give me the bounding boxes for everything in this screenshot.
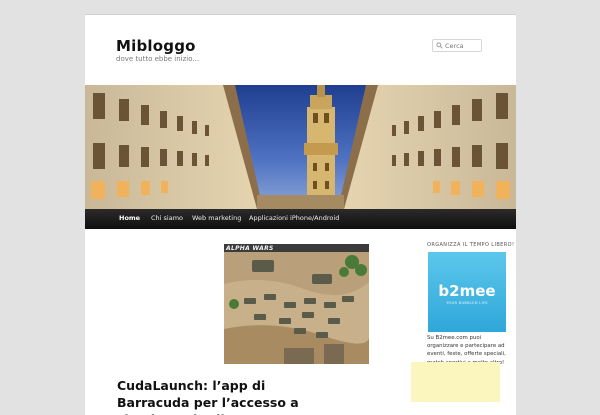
search-input[interactable] — [445, 40, 481, 51]
nav-item-chi-siamo[interactable]: Chi siamo — [151, 209, 183, 229]
main-navigation: Home Chi siamo Web marketing Applicazion… — [85, 209, 516, 229]
sidebar-widget-title: ORGANIZZA IL TEMPO LIBERO! — [427, 242, 515, 248]
advertisement-image[interactable]: ALPHA WARS — [224, 244, 369, 364]
b2mee-logo: b2mee — [438, 282, 496, 300]
ad-title: ALPHA WARS — [225, 245, 274, 252]
site-title[interactable]: Mibloggo — [116, 37, 196, 55]
ad-game-illustration: ALPHA WARS — [224, 244, 369, 364]
nav-item-applicazioni[interactable]: Applicazioni iPhone/Android — [249, 209, 339, 229]
post-title[interactable]: CudaLaunch: l’app di Barracuda per l’acc… — [117, 377, 337, 415]
site-description: dove tutto ebbe inizio... — [116, 55, 200, 63]
search-box[interactable] — [432, 39, 482, 52]
banner-illustration — [85, 85, 516, 209]
b2mee-badge[interactable]: b2mee YOUR BUBBLED LIFE — [428, 252, 506, 332]
nav-item-home[interactable]: Home — [119, 209, 140, 229]
page: Mibloggo dove tutto ebbe inizio... Cerca… — [85, 14, 516, 415]
nav-item-web-marketing[interactable]: Web marketing — [192, 209, 241, 229]
search-icon — [436, 42, 443, 49]
notification-box — [411, 362, 500, 402]
header-banner-image — [85, 85, 516, 209]
b2mee-tagline: YOUR BUBBLED LIFE — [446, 301, 488, 305]
